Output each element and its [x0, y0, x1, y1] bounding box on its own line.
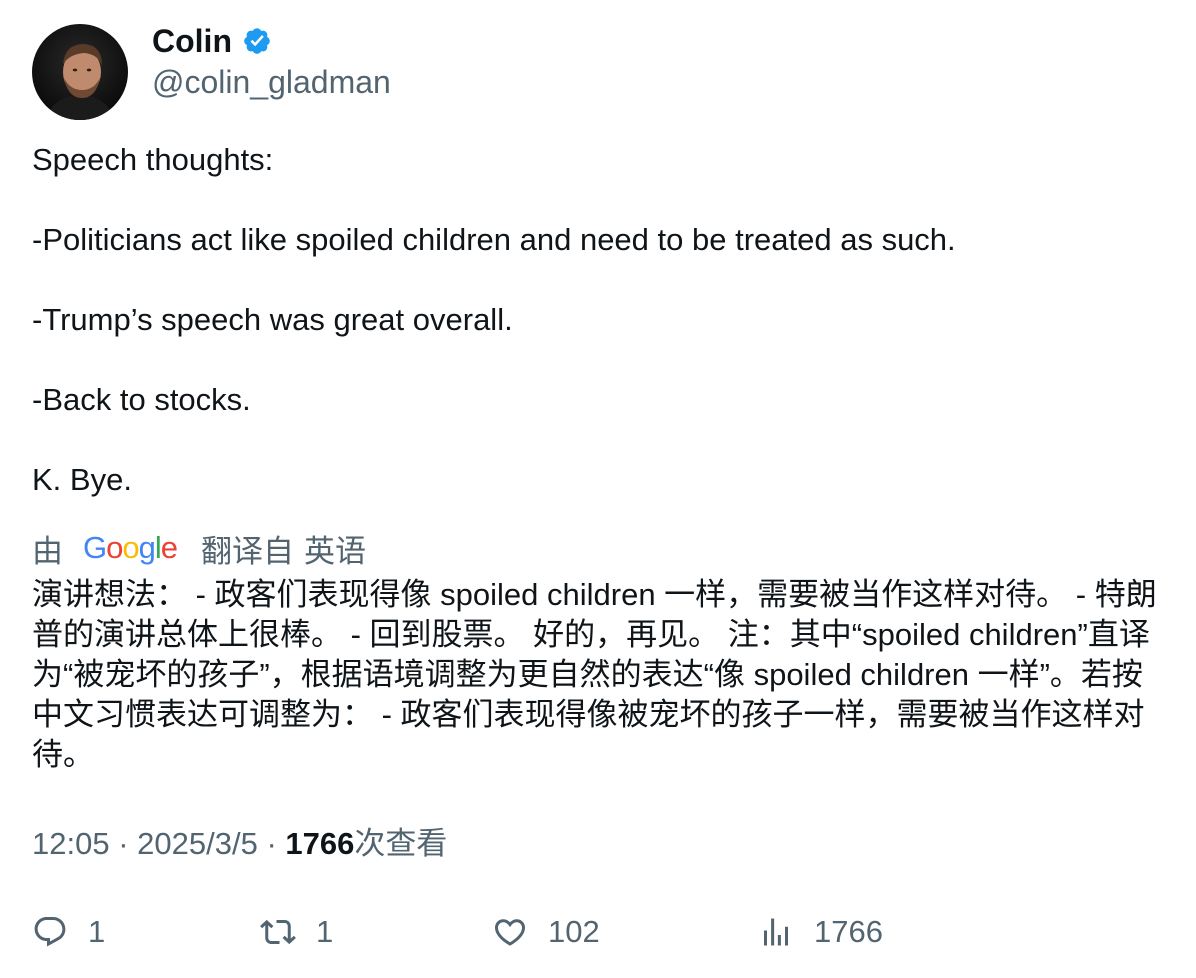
svg-text:Google: Google [83, 531, 177, 565]
author-handle[interactable]: @colin_gladman [152, 63, 391, 101]
reply-button[interactable]: 1 [32, 910, 105, 954]
tweet-line: K. Bye. [32, 462, 132, 497]
tweet-text: Speech thoughts: -Politicians act like s… [32, 140, 1172, 500]
translation-attribution[interactable]: 由 Google 翻译自 英语 [32, 526, 366, 570]
action-bar: 1 1 102 1766 [32, 910, 1172, 954]
avatar[interactable] [32, 24, 128, 120]
reply-count: 1 [88, 914, 106, 949]
separator: · [266, 826, 277, 861]
translation-prefix: 由 [32, 533, 63, 569]
analytics-icon [764, 918, 788, 946]
like-button[interactable]: 102 [492, 910, 600, 954]
tweet-line: -Back to stocks. [32, 382, 251, 417]
heart-icon [494, 919, 526, 946]
author-display-name[interactable]: Colin [152, 22, 232, 60]
retweet-count: 1 [316, 914, 334, 949]
google-logo-icon: Google [83, 531, 178, 565]
like-count: 102 [548, 914, 600, 949]
translated-text: 演讲想法： - 政客们表现得像 spoiled children 一样，需要被当… [32, 577, 1157, 772]
separator: · [118, 826, 129, 861]
profile-photo-icon [32, 24, 128, 120]
verified-badge-icon[interactable] [242, 26, 272, 56]
views-label: 次查看 [354, 826, 448, 861]
retweet-button[interactable]: 1 [260, 910, 333, 954]
retweet-icon [260, 919, 296, 945]
tweet-date[interactable]: 2025/3/5 [137, 826, 258, 861]
views-count-action: 1766 [814, 914, 883, 949]
tweet-line: -Trump’s speech was great overall. [32, 302, 513, 337]
tweet-meta: 12:05 · 2025/3/5 · 1766次查看 [32, 824, 447, 864]
source-language[interactable]: 英语 [304, 526, 366, 571]
tweet-line: Speech thoughts: [32, 142, 274, 177]
translation-suffix: 翻译自 [201, 533, 294, 569]
reply-icon [34, 917, 66, 947]
views-button[interactable]: 1766 [758, 910, 883, 954]
tweet-time[interactable]: 12:05 [32, 826, 110, 861]
views-count: 1766 [285, 826, 355, 861]
tweet-line: -Politicians act like spoiled children a… [32, 222, 956, 257]
author-name-row: Colin [152, 22, 272, 60]
